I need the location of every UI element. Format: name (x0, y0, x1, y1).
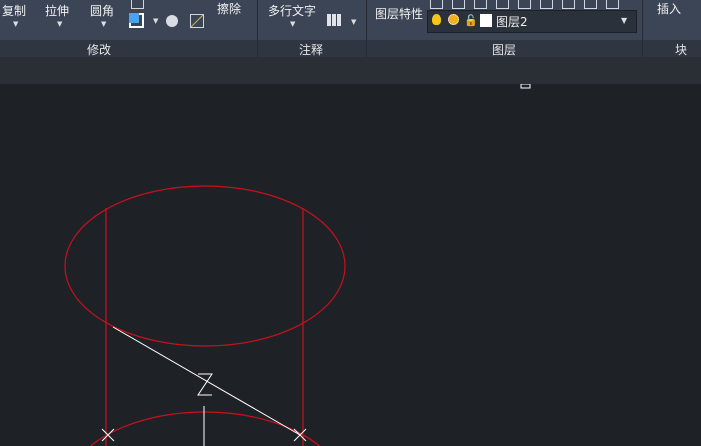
panel-divider (642, 0, 643, 57)
layer-tool-icon[interactable] (540, 0, 553, 9)
x-marker-icon (101, 428, 115, 442)
erase-button[interactable]: 擦除 (217, 0, 241, 17)
panel-title-block[interactable]: 块 (675, 41, 687, 58)
layer-properties-button[interactable]: 图层特性 (375, 5, 423, 22)
drawing-tab-bar (0, 57, 701, 84)
lightbulb-icon[interactable] (432, 14, 441, 25)
current-layer-name: 图层2 (496, 15, 528, 29)
panel-divider (257, 0, 258, 57)
layer-tool-icon[interactable] (496, 0, 509, 9)
fillet-dropdown-icon[interactable]: ▼ (101, 20, 106, 28)
layer-color-swatch[interactable] (480, 14, 492, 27)
layer-dropdown[interactable]: 🔓 图层2 ▼ (427, 10, 637, 33)
drawing-canvas[interactable] (0, 84, 701, 446)
array-dropdown-icon[interactable]: ▼ (153, 17, 158, 25)
panel-divider (366, 0, 367, 57)
ribbon-panel-titles: 修改 注释 图层 块 (0, 40, 701, 57)
copy-dropdown-icon[interactable]: ▼ (13, 20, 18, 28)
layer-tool-icon[interactable] (474, 0, 487, 9)
fillet-button[interactable]: 圆角 (90, 2, 114, 19)
chevron-down-icon[interactable]: ▼ (621, 16, 627, 25)
layer-tool-icon[interactable] (584, 0, 597, 9)
array-icon[interactable] (129, 13, 144, 28)
bottom-ellipse (90, 411, 320, 446)
table-dropdown-icon[interactable]: ▼ (351, 18, 356, 26)
layer-tool-icon[interactable] (452, 0, 465, 9)
stretch-button[interactable]: 拉伸 (45, 2, 69, 19)
panel-title-layers[interactable]: 图层 (492, 41, 516, 58)
hatch-edit-icon[interactable] (190, 14, 204, 28)
layer-tool-icon[interactable] (606, 0, 619, 9)
insert-block-button[interactable]: 插入 (657, 0, 681, 17)
explode-icon[interactable] (166, 15, 178, 27)
unlock-icon[interactable]: 🔓 (464, 14, 478, 27)
cursor-pickbox (520, 84, 531, 89)
diagonal-line (112, 326, 301, 436)
panel-title-annotation[interactable]: 注释 (299, 41, 323, 58)
copy-button[interactable]: 复制 (2, 2, 26, 19)
sun-icon[interactable] (448, 14, 459, 25)
table-icon[interactable] (327, 14, 341, 26)
layer-tool-icon[interactable] (430, 0, 443, 9)
mtext-dropdown-icon[interactable]: ▼ (290, 20, 295, 28)
layer-tool-icon[interactable] (518, 0, 531, 9)
layer-tool-icon[interactable] (562, 0, 575, 9)
stretch-dropdown-icon[interactable]: ▼ (57, 20, 62, 28)
mtext-button[interactable]: 多行文字 (268, 2, 316, 19)
panel-title-modify[interactable]: 修改 (87, 41, 111, 58)
ribbon: 复制 ▼ 拉伸 ▼ 圆角 ▼ ▼ 擦除 多行文字 ▼ ▼ 图层特性 🔓 图层2 … (0, 0, 701, 40)
rectangle-icon[interactable] (131, 0, 144, 9)
